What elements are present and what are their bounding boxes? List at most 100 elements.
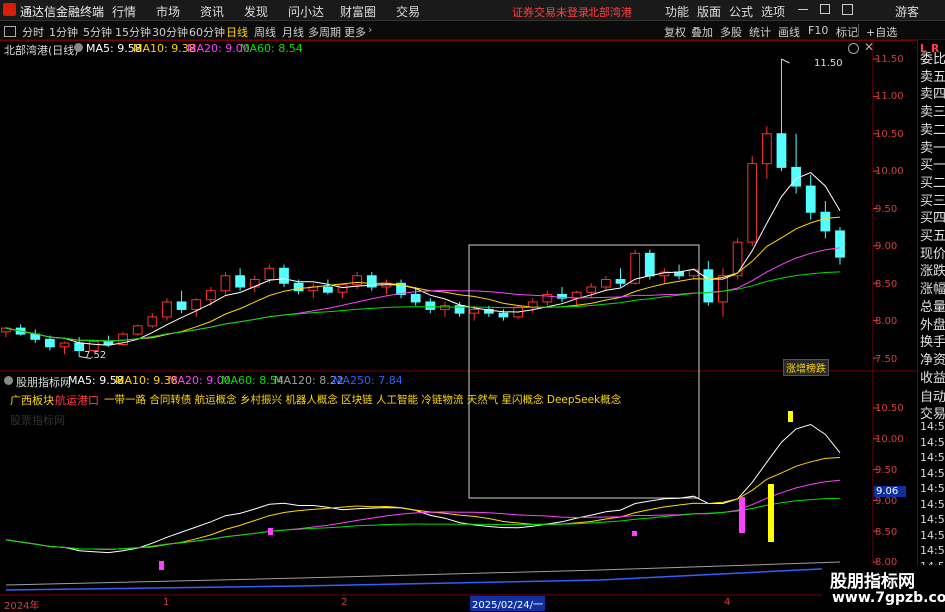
quote-label-17: 净资: [920, 352, 945, 368]
candle-body: [615, 279, 626, 284]
candle-body: [264, 267, 275, 281]
x-label-1: 1: [163, 597, 170, 608]
candle-body: [279, 267, 289, 284]
signal-bar: [739, 497, 745, 533]
candle-body: [425, 301, 436, 310]
candle-body: [352, 275, 363, 286]
sub-y-tick-0: 10.50: [875, 403, 904, 414]
trade-label-5: 14:56: [920, 466, 945, 480]
quote-label-5: 卖一: [920, 140, 945, 156]
x-label-0: 2024年: [4, 601, 40, 612]
quote-label-9: 买四: [920, 211, 945, 227]
candle-body: [820, 211, 831, 232]
candle-body: [776, 133, 787, 168]
quote-label-0: 委比: [920, 52, 945, 67]
trade-label-6: 14:56: [920, 482, 945, 495]
candle-body: [337, 284, 348, 293]
chart-close-icon[interactable]: ✕: [864, 40, 874, 54]
sub-ma-line-5: [5, 423, 841, 554]
candle-body: [191, 299, 202, 310]
quote-label-4: 卖二: [920, 122, 945, 138]
trade-label-9: 14:56: [920, 528, 945, 542]
sub-y-tick-2: 9.50: [875, 465, 898, 476]
trade-label-10: 14:56: [920, 544, 945, 557]
quote-label-2: 卖四: [920, 87, 945, 103]
watermark: 股票指标网: [10, 414, 65, 427]
x-label-4: 4: [724, 597, 731, 608]
main-y-tick-6: 8.50: [875, 279, 898, 290]
main-y-tick-8: 7.50: [875, 354, 898, 365]
candle-body: [132, 325, 143, 335]
candle-body: [586, 286, 597, 293]
candle-body: [835, 230, 845, 258]
candle-body: [527, 301, 538, 308]
sector-hot[interactable]: 航运港口: [55, 392, 99, 408]
quote-label-14: 总量: [920, 299, 945, 315]
main-y-tick-4: 9.50: [875, 204, 898, 215]
chart-canvas[interactable]: [0, 0, 945, 609]
ma-line-5: [5, 172, 841, 346]
candle-body: [688, 269, 699, 277]
candle-body: [747, 163, 758, 243]
signal-bar: [788, 411, 793, 422]
sector-label: 广西板块: [10, 394, 54, 407]
candle-body: [703, 269, 714, 303]
x-label-2: 2: [341, 597, 348, 608]
candle-body: [805, 185, 816, 213]
quote-label-16: 换手: [920, 335, 945, 351]
trade-label-8: 14:56: [920, 513, 945, 526]
max-marker: [781, 58, 790, 64]
candle-body: [205, 290, 216, 301]
sub-ma-line-20: [5, 479, 841, 550]
candle-body: [601, 279, 611, 288]
main-chart-title: 北部湾港(日线): [4, 44, 79, 57]
main-y-tick-2: 10.50: [875, 129, 904, 140]
max-price-label: 11.50: [814, 58, 843, 69]
ma-line-20: [5, 247, 841, 342]
candle-body: [103, 341, 114, 346]
quote-label-10: 买五: [920, 229, 945, 244]
main-ma60: MA60: 8.54: [240, 42, 303, 55]
quote-label-6: 买一: [920, 158, 945, 174]
trade-label-2: 14:56: [920, 420, 945, 433]
sub-chart-title: 股朋指标网: [16, 376, 71, 389]
main-y-tick-3: 10.00: [875, 166, 904, 177]
candle-body: [59, 342, 70, 348]
sub-y-tick-4: 8.50: [875, 527, 898, 538]
quote-label-7: 买二: [920, 175, 945, 191]
candle-body: [176, 301, 187, 310]
candle-body: [162, 301, 172, 318]
quote-label-18: 收益: [920, 370, 945, 386]
ma-line-40: [5, 271, 841, 342]
candle-body: [571, 291, 582, 299]
sub-ma250: MA250: 7.84: [333, 374, 403, 387]
signal-bar: [268, 528, 273, 535]
candle-body: [718, 275, 728, 303]
sub-ma250-line: [5, 567, 841, 591]
candle-body: [235, 275, 245, 288]
rank-badge[interactable]: 涨增榜跌: [783, 359, 829, 376]
candle-body: [498, 312, 509, 318]
sub-ma-line-40: [5, 497, 841, 550]
candle-body: [469, 308, 480, 314]
concept-list: 一带一路 合同转债 航运概念 乡村振兴 机器人概念 区块链 人工智能 冷链物流 …: [104, 394, 622, 406]
main-chart-settings-icon[interactable]: [74, 43, 83, 52]
signal-bar: [159, 561, 164, 570]
candle-body: [644, 252, 655, 277]
candle-body: [220, 275, 231, 292]
candle-body: [440, 305, 450, 310]
brand-url: www.7gpzb.com: [832, 590, 945, 606]
quote-label-13: 涨幅: [920, 282, 945, 298]
sub-chart-settings-icon[interactable]: [4, 376, 13, 385]
candle-body: [323, 286, 333, 293]
signal-bar: [632, 531, 637, 536]
candle-body: [410, 293, 421, 303]
signal-bar: [768, 484, 774, 542]
main-y-tick-5: 9.00: [875, 241, 898, 252]
candle-body: [791, 166, 801, 187]
quote-label-3: 卖三: [920, 105, 945, 121]
trade-label-7: 14:56: [920, 497, 945, 511]
trade-label-3: 14:56: [920, 435, 945, 449]
chart-options-icon[interactable]: [848, 43, 859, 54]
candle-body: [249, 279, 260, 288]
